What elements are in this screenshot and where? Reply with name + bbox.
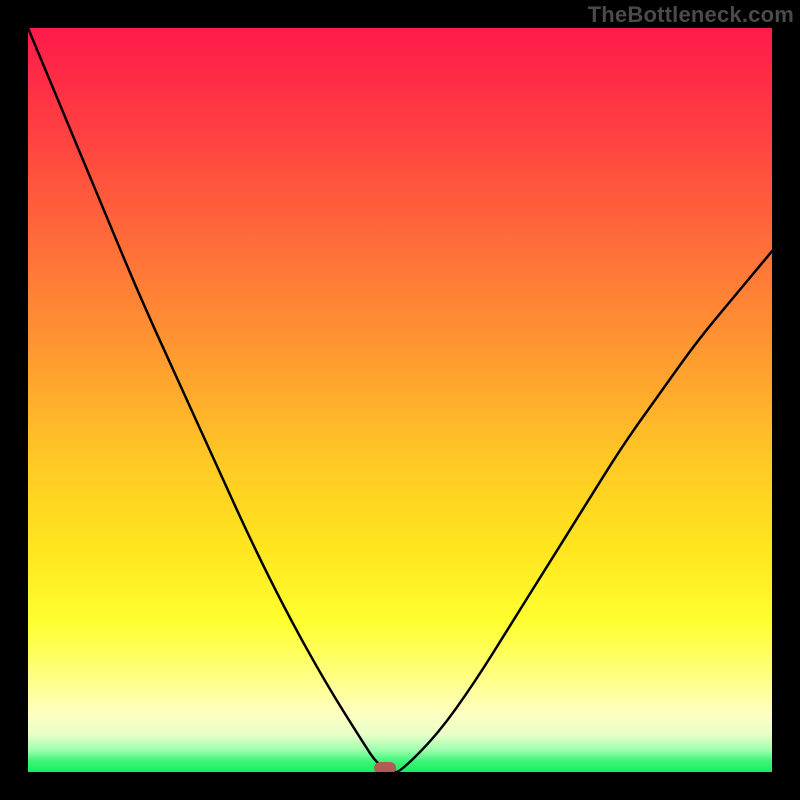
bottleneck-marker bbox=[374, 762, 396, 772]
plot-area bbox=[28, 28, 772, 772]
chart-frame: TheBottleneck.com bbox=[0, 0, 800, 800]
watermark-text: TheBottleneck.com bbox=[588, 2, 794, 28]
bottleneck-curve bbox=[28, 28, 772, 772]
